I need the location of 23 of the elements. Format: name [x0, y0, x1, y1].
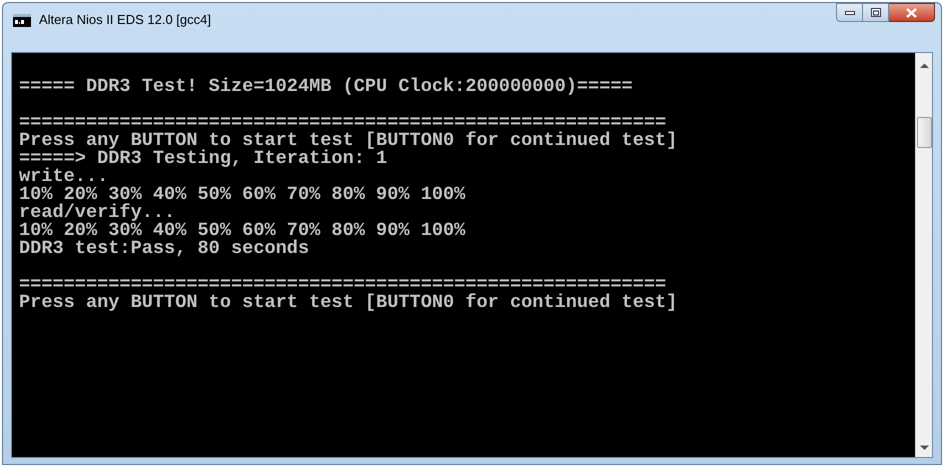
console-line: ========================================================== — [19, 114, 666, 132]
console-line: Press any BUTTON to start test [BUTTON0 for continued test] — [19, 132, 678, 150]
console-line: ===== DDR3 Test! Size=1024MB (CPU Clock:200000000)===== — [19, 78, 633, 96]
console-line: Press any BUTTON to start test [BUTTON0 for continued test] — [19, 294, 678, 312]
console-line: write... — [19, 168, 108, 186]
maximize-button[interactable] — [863, 3, 889, 22]
minimize-icon — [844, 10, 854, 14]
minimize-button[interactable] — [836, 3, 863, 22]
console-line: 10% 20% 30% 40% 50% 60% 70% 80% 90% 100% — [19, 186, 466, 204]
console-line: 10% 20% 30% 40% 50% 60% 70% 80% 90% 100% — [19, 222, 466, 240]
console-icon — [13, 14, 31, 26]
close-button[interactable] — [889, 3, 935, 22]
window-title: Altera Nios II EDS 12.0 [gcc4] — [39, 11, 211, 30]
scroll-up-icon[interactable] — [920, 63, 928, 69]
scroll-down-icon[interactable] — [920, 445, 928, 451]
console-line: =====> DDR3 Testing, Iteration: 1 — [19, 150, 388, 168]
close-icon — [906, 8, 917, 18]
console-line: read/verify... — [19, 204, 176, 222]
maximize-icon — [870, 8, 880, 17]
scrollbar-thumb[interactable] — [916, 117, 932, 148]
console-line: ========================================================== — [19, 276, 666, 294]
console-line: DDR3 test:Pass, 80 seconds — [19, 240, 310, 258]
scrollbar[interactable] — [915, 53, 932, 457]
